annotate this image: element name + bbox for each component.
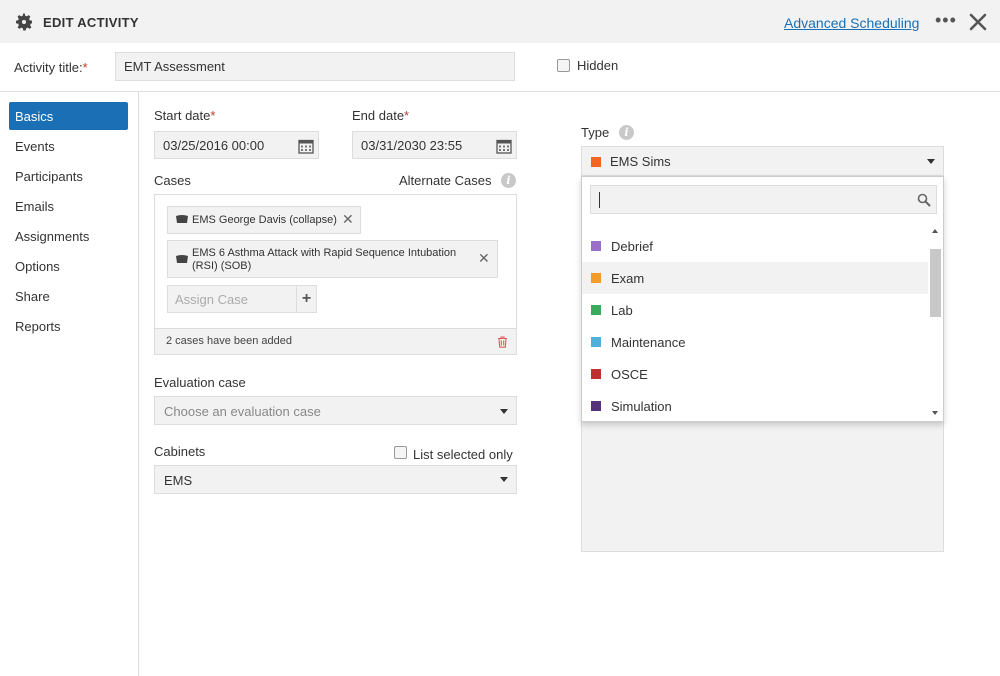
case-chip-label-line2: (RSI) (SOB) — [192, 260, 252, 272]
type-option-maintenance[interactable]: Maintenance — [582, 326, 928, 358]
color-swatch — [591, 241, 601, 251]
sidebar-item-share[interactable]: Share — [15, 289, 50, 304]
dialog-title: EDIT ACTIVITY — [43, 15, 139, 30]
cases-count-text: 2 cases have been added — [166, 335, 292, 347]
gear-icon — [16, 13, 32, 31]
dialog-header: EDIT ACTIVITY Advanced Scheduling ••• — [0, 0, 1000, 43]
sidebar-item-assignments[interactable]: Assignments — [15, 229, 89, 244]
sidebar-item-reports[interactable]: Reports — [15, 319, 61, 334]
option-label: Maintenance — [611, 335, 686, 350]
start-date-input[interactable]: 03/25/2016 00:00 — [154, 131, 319, 159]
trash-icon[interactable] — [497, 336, 508, 348]
info-icon[interactable]: i — [619, 125, 634, 140]
color-swatch — [591, 337, 601, 347]
case-chip-label: EMS George Davis (collapse) — [192, 214, 337, 226]
assign-case-input[interactable]: Assign Case — [167, 285, 297, 313]
evaluation-case-label: Evaluation case — [154, 375, 246, 390]
hidden-checkbox[interactable] — [557, 59, 570, 72]
option-label: Debrief — [611, 239, 653, 254]
cabinets-select[interactable]: EMS — [154, 465, 517, 494]
sidebar-item-participants[interactable]: Participants — [15, 169, 83, 184]
search-icon — [917, 193, 931, 207]
start-date-label: Start date* — [154, 108, 216, 123]
sidebar-item-options[interactable]: Options — [15, 259, 60, 274]
end-date-label: End date* — [352, 108, 410, 123]
type-color-swatch — [591, 157, 601, 167]
add-case-button[interactable]: + — [296, 285, 317, 313]
case-chip: EMS 6 Asthma Attack with Rapid Sequence … — [167, 240, 498, 278]
case-chip-label: EMS 6 Asthma Attack with Rapid Sequence … — [192, 247, 457, 259]
chevron-down-icon — [927, 159, 935, 164]
type-option-simulation[interactable]: Simulation — [582, 390, 928, 422]
type-search-input[interactable] — [590, 185, 937, 214]
option-label: Simulation — [611, 399, 672, 414]
type-option-osce[interactable]: OSCE — [582, 358, 928, 390]
type-select[interactable]: EMS Sims — [581, 146, 944, 176]
dropdown-scrollbar[interactable] — [928, 223, 943, 421]
remove-case-icon[interactable]: ✕ — [342, 211, 354, 228]
remove-case-icon[interactable]: ✕ — [478, 250, 490, 267]
sidebar: Basics Events Participants Emails Assign… — [0, 92, 139, 676]
cases-label: Cases — [154, 173, 191, 188]
list-selected-label: List selected only — [413, 447, 513, 462]
case-chip: EMS George Davis (collapse) ✕ — [167, 206, 361, 234]
sidebar-item-events[interactable]: Events — [15, 139, 55, 154]
end-date-input[interactable]: 03/31/2030 23:55 — [352, 131, 517, 159]
option-label: OSCE — [611, 367, 648, 382]
color-swatch — [591, 401, 601, 411]
cases-footer: 2 cases have been added — [155, 328, 516, 354]
calendar-icon[interactable] — [496, 138, 512, 154]
advanced-scheduling-link[interactable]: Advanced Scheduling — [784, 15, 919, 31]
chevron-down-icon — [500, 409, 508, 414]
start-date-value: 03/25/2016 00:00 — [163, 138, 265, 153]
option-label: Exam — [611, 271, 645, 286]
case-icon — [176, 255, 188, 263]
option-label: Lab — [611, 303, 633, 318]
info-icon[interactable]: i — [501, 173, 516, 188]
type-dropdown: Debrief Exam Lab Maintenance OSCE Simula… — [581, 176, 944, 422]
type-option-debrief[interactable]: Debrief — [582, 230, 928, 262]
cabinets-value: EMS — [164, 473, 193, 488]
hidden-label: Hidden — [577, 58, 619, 73]
list-selected-checkbox[interactable] — [394, 446, 407, 459]
type-selected-value: EMS Sims — [610, 154, 671, 169]
type-label: Type — [581, 125, 610, 140]
evaluation-case-placeholder: Choose an evaluation case — [164, 404, 321, 419]
close-icon[interactable] — [969, 13, 987, 31]
activity-title-label: Activity title:* — [14, 60, 88, 75]
alternate-cases-label[interactable]: Alternate Cases — [399, 173, 492, 188]
activity-title-input[interactable]: EMT Assessment — [115, 52, 515, 81]
color-swatch — [591, 305, 601, 315]
end-date-value: 03/31/2030 23:55 — [361, 138, 463, 153]
scroll-down-arrow[interactable] — [932, 411, 938, 415]
sidebar-item-basics[interactable]: Basics — [9, 102, 128, 130]
color-swatch — [591, 369, 601, 379]
chevron-down-icon — [500, 477, 508, 482]
type-panel-background — [581, 422, 944, 552]
ellipsis-icon[interactable]: ••• — [935, 10, 957, 31]
evaluation-case-select[interactable]: Choose an evaluation case — [154, 396, 517, 425]
scroll-up-arrow[interactable] — [932, 229, 938, 233]
divider — [0, 91, 1000, 92]
sidebar-item-emails[interactable]: Emails — [15, 199, 54, 214]
case-icon — [176, 215, 188, 223]
text-cursor — [599, 192, 600, 208]
type-option-exam[interactable]: Exam — [582, 262, 928, 294]
color-swatch — [591, 273, 601, 283]
calendar-icon[interactable] — [298, 138, 314, 154]
scrollbar-thumb[interactable] — [930, 249, 941, 317]
cabinets-label: Cabinets — [154, 444, 206, 459]
type-option-lab[interactable]: Lab — [582, 294, 928, 326]
